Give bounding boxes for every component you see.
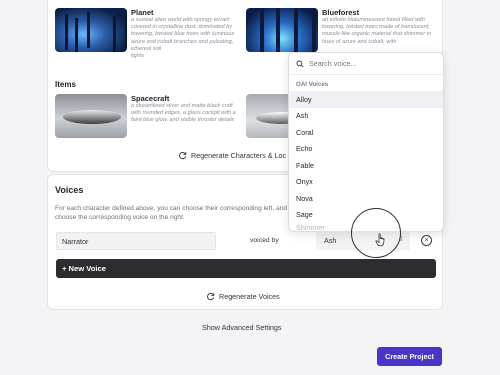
show-advanced-settings-link[interactable]: Show Advanced Settings xyxy=(202,323,282,332)
card-body: Spacecraft a streamlined silver and matt… xyxy=(131,94,241,138)
voice-search-input[interactable] xyxy=(309,59,429,68)
create-project-button[interactable]: Create Project xyxy=(377,347,442,366)
card-title: Planet xyxy=(131,8,154,17)
card-title: Blueforest xyxy=(322,8,360,17)
remove-voice-button[interactable]: × xyxy=(421,235,432,246)
item-card-spacecraft[interactable]: Spacecraft a streamlined silver and matt… xyxy=(55,94,241,138)
card-body: Blueforest an infinite bioluminescent fo… xyxy=(322,8,432,52)
regenerate-voices-button[interactable]: Regenerate Voices xyxy=(206,292,280,301)
card-description: a streamlined silver and matte black cra… xyxy=(131,103,236,124)
items-section-label: Items xyxy=(55,80,76,89)
refresh-icon xyxy=(206,292,215,301)
voiced-by-label: voiced by xyxy=(250,237,279,244)
voices-title: Voices xyxy=(55,185,84,195)
voice-select-value: Ash xyxy=(324,236,337,245)
pointer-hand-icon xyxy=(375,233,385,247)
voice-option-ash[interactable]: Ash xyxy=(289,108,443,125)
voice-option-fable[interactable]: Fable xyxy=(289,157,443,174)
voice-option-coral[interactable]: Coral xyxy=(289,124,443,141)
character-card-blueforest[interactable]: Blueforest an infinite bioluminescent fo… xyxy=(246,8,432,52)
blueforest-image xyxy=(246,8,318,52)
voice-option-onyx[interactable]: Onyx xyxy=(289,174,443,191)
search-icon xyxy=(296,59,304,68)
voices-description: For each character defined above, you ca… xyxy=(55,205,288,221)
voice-group-label: OAI Voices xyxy=(296,81,329,88)
voice-dropdown: OAI Voices Alloy Ash Coral Echo Fable On… xyxy=(288,52,444,232)
close-circle-icon: × xyxy=(424,237,429,244)
regenerate-characters-label: Regenerate Characters & Loc xyxy=(191,151,287,160)
character-card-planet[interactable]: Planet a surreal alien world with spongy… xyxy=(55,8,241,60)
card-description: an infinite bioluminescent forest filled… xyxy=(322,17,432,45)
card-description: a surreal alien world with spongy terrai… xyxy=(131,17,235,52)
voice-search-row xyxy=(289,53,443,75)
spacecraft-image xyxy=(55,94,127,138)
regenerate-voices-label: Regenerate Voices xyxy=(219,292,280,301)
refresh-icon xyxy=(178,151,187,160)
card-body: Planet a surreal alien world with spongy… xyxy=(131,8,241,60)
voice-option-alloy[interactable]: Alloy xyxy=(289,91,443,108)
regenerate-characters-button[interactable]: Regenerate Characters & Loc xyxy=(178,151,286,160)
card-title: Spacecraft xyxy=(131,94,170,103)
new-voice-button[interactable]: + New Voice xyxy=(56,259,436,278)
planet-image xyxy=(55,8,127,52)
voice-option-echo[interactable]: Echo xyxy=(289,141,443,158)
voice-option-nova[interactable]: Nova xyxy=(289,190,443,207)
character-name-input[interactable]: Narrator xyxy=(56,232,216,250)
card-description-tail: lights xyxy=(131,53,145,60)
